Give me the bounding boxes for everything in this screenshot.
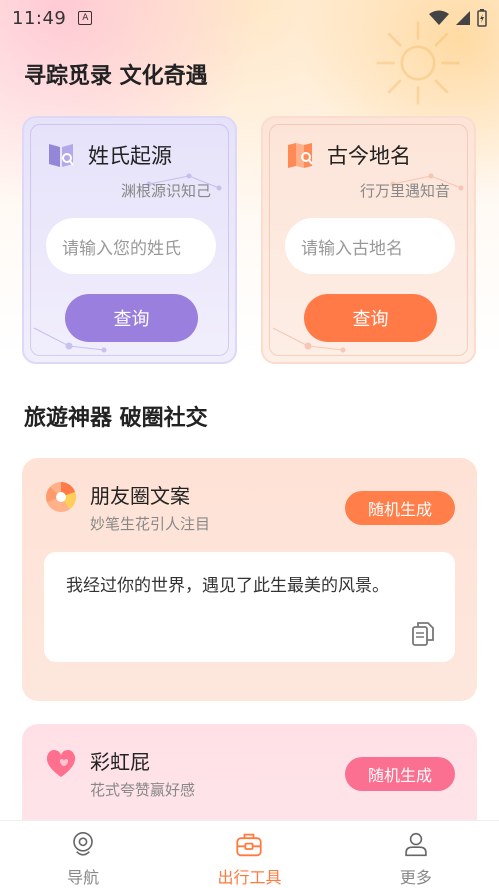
section-title-social: 旅遊神器 破圈社交 — [24, 406, 208, 431]
nav-item-more[interactable]: 更多 — [333, 821, 499, 888]
camera-aperture-icon — [46, 482, 76, 512]
place-card-title: 古今地名 — [327, 144, 411, 168]
rainbow-card-header: 彩虹屁 花式夸赞赢好感 — [44, 746, 195, 800]
nav-item-travel-tools[interactable]: 出行工具 — [166, 821, 332, 888]
wifi-icon — [429, 10, 449, 25]
battery-icon — [477, 9, 487, 27]
status-indicators — [429, 9, 487, 27]
place-name-input[interactable]: 请输入古地名 — [285, 218, 455, 274]
surname-card-header: 姓氏起源 — [46, 140, 172, 170]
rainbow-card-title: 彩虹屁 — [90, 750, 150, 774]
place-name-card: 古今地名 行万里遇知音 请输入古地名 查询 — [261, 116, 476, 364]
navigation-pin-icon — [73, 831, 93, 856]
rainbow-generate-button[interactable]: 随机生成 — [345, 757, 455, 791]
surname-query-button[interactable]: 查询 — [65, 294, 198, 342]
moments-generate-button[interactable]: 随机生成 — [345, 491, 455, 525]
heart-icon — [46, 749, 76, 777]
surname-origin-card: 姓氏起源 渊根源识知己 请输入您的姓氏 查询 — [22, 116, 237, 364]
moments-card-header: 朋友圈文案 妙笔生花引人注目 — [44, 480, 210, 534]
nav-item-navigation[interactable]: 导航 — [0, 821, 166, 888]
moments-caption-box: 我经过你的世界，遇见了此生最美的风景。 — [44, 552, 455, 662]
map-icon — [288, 143, 313, 168]
rainbow-card-texts: 彩虹屁 花式夸赞赢好感 — [90, 746, 195, 800]
status-time: 11:49 — [12, 7, 67, 29]
place-card-header: 古今地名 — [285, 140, 411, 170]
bottom-navigation: 导航 出行工具 更多 — [0, 820, 499, 888]
surname-card-subtitle: 渊根源识知己 — [120, 182, 211, 200]
nav-label: 导航 — [67, 868, 100, 887]
signal-icon — [456, 11, 470, 25]
place-query-button[interactable]: 查询 — [304, 294, 437, 342]
user-icon — [405, 832, 427, 857]
surname-input[interactable]: 请输入您的姓氏 — [46, 218, 216, 274]
surname-book-icon — [49, 144, 74, 167]
nav-label: 更多 — [399, 868, 432, 887]
place-card-subtitle: 行万里遇知音 — [359, 182, 450, 200]
toolbox-icon — [236, 833, 263, 857]
notification-app-icon: A — [78, 11, 93, 25]
surname-card-title: 姓氏起源 — [88, 144, 172, 168]
moments-card-title: 朋友圈文案 — [90, 484, 190, 508]
section-title-culture: 寻踪觅录 文化奇遇 — [24, 64, 208, 89]
moments-caption-text: 我经过你的世界，遇见了此生最美的风景。 — [66, 576, 389, 596]
nav-label: 出行工具 — [217, 868, 282, 887]
moments-card-subtitle: 妙笔生花引人注目 — [90, 515, 211, 533]
moments-card-texts: 朋友圈文案 妙笔生花引人注目 — [90, 480, 210, 534]
copy-icon[interactable] — [411, 620, 435, 648]
status-bar: 11:49 A — [0, 0, 499, 36]
rainbow-card-subtitle: 花式夸赞赢好感 — [90, 781, 196, 799]
moments-caption-card: 朋友圈文案 妙笔生花引人注目 随机生成 我经过你的世界，遇见了此生最美的风景。 — [22, 458, 477, 701]
